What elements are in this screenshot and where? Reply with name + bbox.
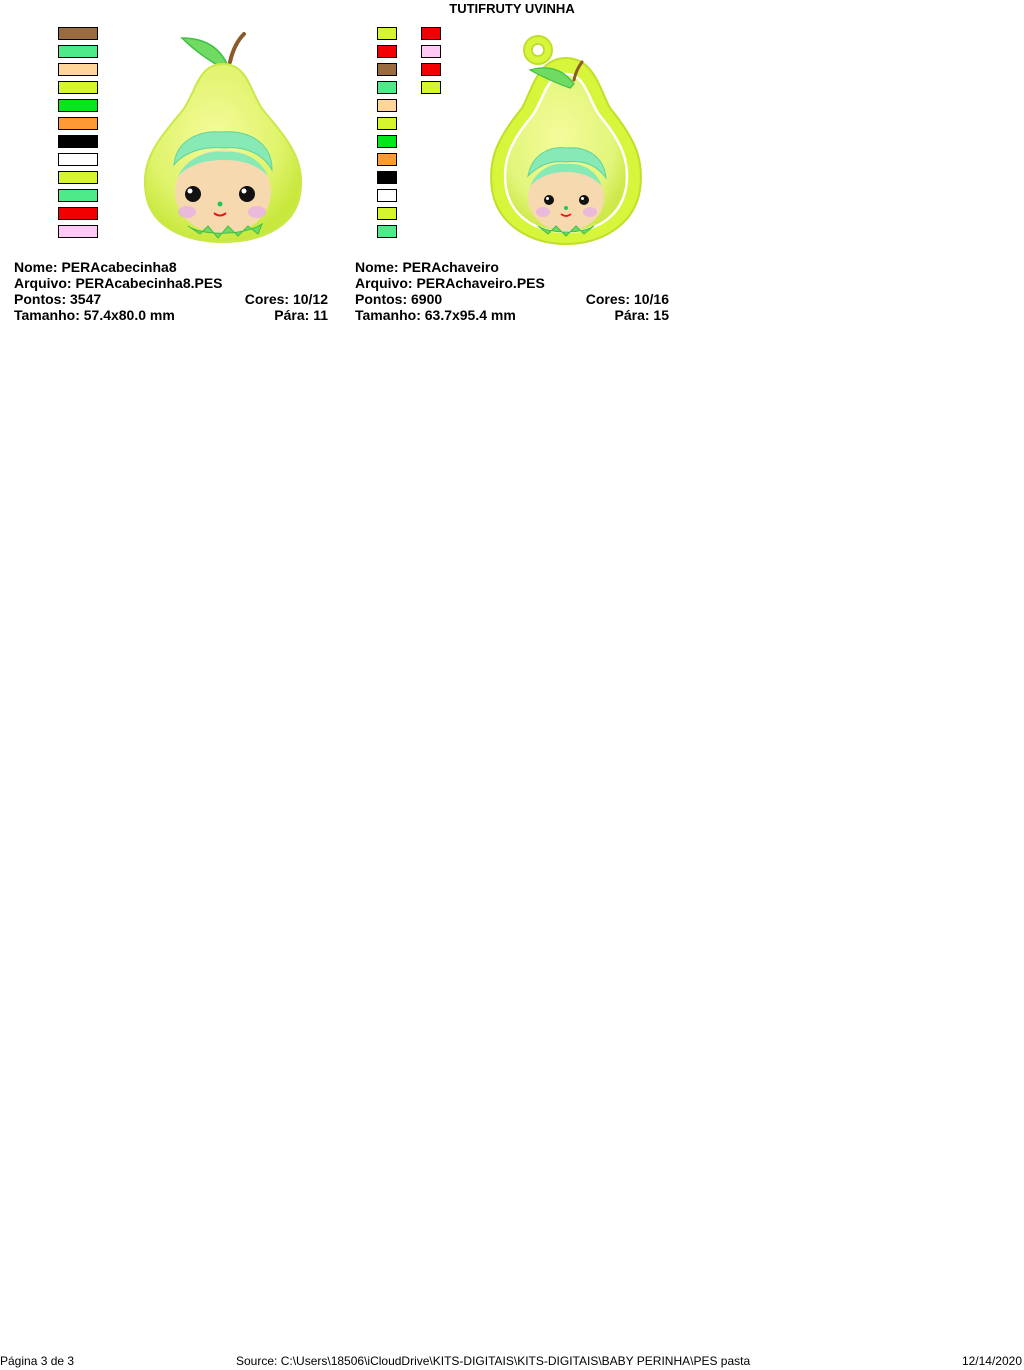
design-preview-image bbox=[490, 35, 642, 245]
design-preview-image bbox=[143, 32, 303, 244]
color-swatch bbox=[58, 27, 98, 40]
color-swatch bbox=[58, 117, 98, 130]
color-swatch-list bbox=[58, 27, 98, 243]
color-swatch bbox=[58, 153, 98, 166]
print-date: 12/14/2020 bbox=[961, 1354, 1022, 1368]
design-file: Arquivo: PERAcabecinha8.PES bbox=[14, 275, 223, 291]
color-swatch bbox=[377, 63, 397, 76]
color-swatch bbox=[377, 135, 397, 148]
color-swatch bbox=[421, 63, 441, 76]
color-count: Cores: 10/16 bbox=[585, 291, 669, 307]
color-swatch-list bbox=[377, 27, 397, 243]
stitch-count: Pontos: 3547 bbox=[14, 291, 102, 307]
stitch-count: Pontos: 6900 bbox=[355, 291, 443, 307]
color-swatch bbox=[421, 81, 441, 94]
page-number: Página 3 de 3 bbox=[0, 1354, 75, 1368]
design-size: Tamanho: 63.7x95.4 mm bbox=[355, 307, 516, 323]
color-swatch bbox=[377, 99, 397, 112]
design-file: Arquivo: PERAchaveiro.PES bbox=[355, 275, 545, 291]
color-swatch bbox=[377, 153, 397, 166]
color-swatch bbox=[377, 45, 397, 58]
color-swatch bbox=[377, 207, 397, 220]
color-swatch bbox=[58, 99, 98, 112]
stop-count: Pára: 15 bbox=[614, 307, 669, 323]
page-title: TUTIFRUTY UVINHA bbox=[449, 1, 575, 16]
color-swatch bbox=[377, 117, 397, 130]
color-swatch bbox=[58, 45, 98, 58]
color-swatch bbox=[58, 225, 98, 238]
color-swatch bbox=[377, 171, 397, 184]
design-size: Tamanho: 57.4x80.0 mm bbox=[14, 307, 175, 323]
color-swatch bbox=[377, 225, 397, 238]
color-swatch bbox=[58, 171, 98, 184]
color-swatch bbox=[421, 27, 441, 40]
design-name: Nome: PERAchaveiro bbox=[355, 259, 499, 275]
color-swatch bbox=[58, 207, 98, 220]
color-swatch bbox=[377, 81, 397, 94]
source-path: Source: C:\Users\18506\iCloudDrive\KITS-… bbox=[236, 1354, 751, 1368]
color-swatch bbox=[58, 63, 98, 76]
color-swatch bbox=[377, 189, 397, 202]
color-count: Cores: 10/12 bbox=[244, 291, 328, 307]
stop-count: Pára: 11 bbox=[274, 307, 328, 323]
color-swatch bbox=[58, 81, 98, 94]
design-name: Nome: PERAcabecinha8 bbox=[14, 259, 177, 275]
design-info-2: Nome: PERAchaveiro Arquivo: PERAchaveiro… bbox=[355, 259, 669, 323]
page-footer: Página 3 de 3 Source: C:\Users\18506\iCl… bbox=[0, 1354, 1024, 1370]
color-swatch bbox=[377, 27, 397, 40]
design-info-1: Nome: PERAcabecinha8 Arquivo: PERAcabeci… bbox=[14, 259, 328, 323]
color-swatch bbox=[58, 189, 98, 202]
color-swatch bbox=[58, 135, 98, 148]
color-swatch bbox=[421, 45, 441, 58]
color-swatch-list-extra bbox=[421, 27, 441, 99]
